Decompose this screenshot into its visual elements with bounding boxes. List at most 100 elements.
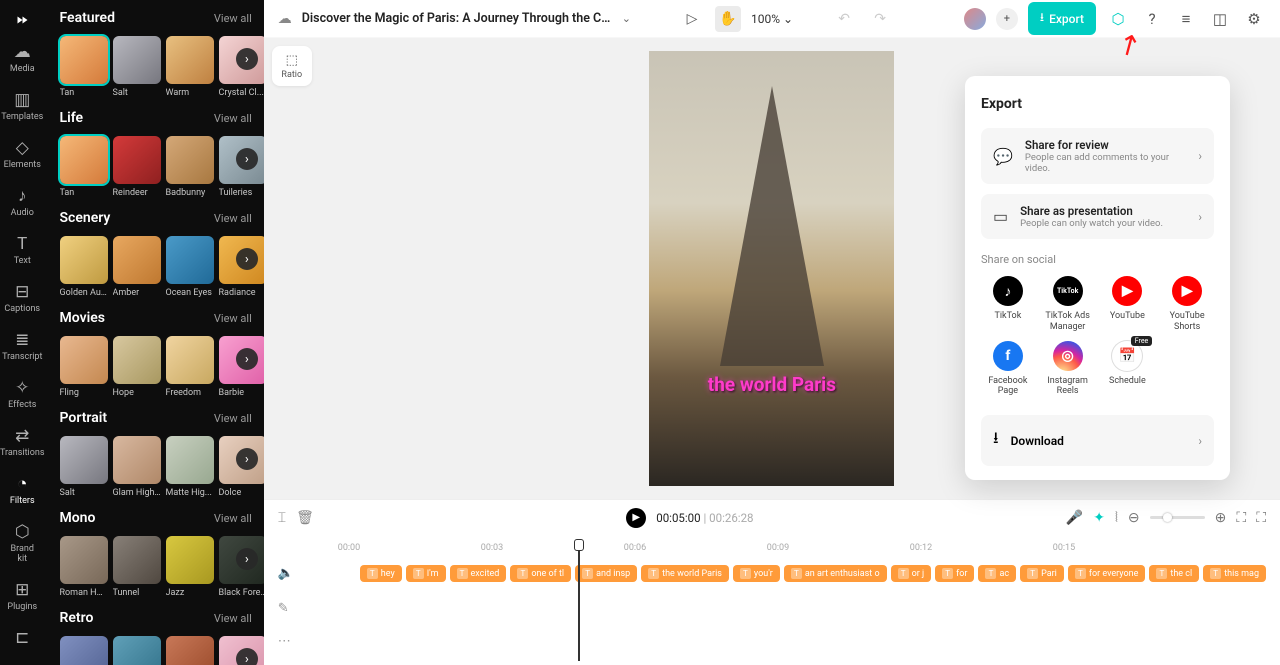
- view-all-link[interactable]: View all: [214, 12, 252, 25]
- rail-templates[interactable]: ▥Templates: [0, 92, 45, 122]
- menu-icon[interactable]: ⋯: [278, 634, 298, 649]
- rail-media[interactable]: ☁Media: [0, 44, 45, 74]
- filter-thumb[interactable]: [166, 636, 214, 665]
- speaker-icon[interactable]: 🔈: [278, 566, 298, 581]
- scroll-next-button[interactable]: ›: [236, 548, 258, 570]
- hand-tool[interactable]: ✋: [715, 6, 741, 32]
- scroll-next-button[interactable]: ›: [236, 448, 258, 470]
- redo-button[interactable]: ↷: [867, 6, 893, 32]
- social-youtube-shorts[interactable]: ▶YouTube Shorts: [1160, 276, 1214, 333]
- fit-icon[interactable]: ⛶: [1256, 510, 1266, 526]
- caption-clip[interactable]: for: [935, 565, 974, 582]
- filter-thumb[interactable]: Reindeer: [113, 136, 161, 198]
- caption-clip[interactable]: the cl: [1149, 565, 1199, 582]
- caption-clip[interactable]: I'm: [406, 565, 446, 582]
- rail-transitions[interactable]: ⇄Transitions: [0, 428, 45, 458]
- scroll-next-button[interactable]: ›: [236, 48, 258, 70]
- edit-icon[interactable]: ✎: [278, 601, 298, 616]
- filter-thumb[interactable]: [60, 636, 108, 665]
- delete-tool[interactable]: 🗑: [296, 510, 314, 526]
- filter-thumb[interactable]: Roman Ho...: [60, 536, 108, 598]
- filter-thumb[interactable]: Warm: [166, 36, 214, 98]
- caption-clip[interactable]: the world Paris: [641, 565, 729, 582]
- scroll-next-button[interactable]: ›: [236, 148, 258, 170]
- rail-elements[interactable]: ◇Elements: [0, 140, 45, 170]
- filter-thumb[interactable]: Tan: [60, 136, 108, 198]
- playhead[interactable]: [574, 539, 584, 661]
- filter-thumb[interactable]: [113, 636, 161, 665]
- help-icon[interactable]: ?: [1140, 7, 1164, 31]
- scroll-next-button[interactable]: ›: [236, 648, 258, 665]
- project-title[interactable]: Discover the Magic of Paris: A Journey T…: [302, 11, 612, 26]
- user-avatar[interactable]: [964, 8, 986, 30]
- social-youtube[interactable]: ▶YouTube: [1101, 276, 1155, 333]
- shield-icon[interactable]: ⬡: [1106, 7, 1130, 31]
- fullscreen-icon[interactable]: ⛶: [1236, 510, 1246, 526]
- cloud-sync-icon[interactable]: ☁: [278, 11, 292, 27]
- play-button[interactable]: ▶: [626, 508, 646, 528]
- filter-thumb[interactable]: Salt: [60, 436, 108, 498]
- layout-icon[interactable]: ◫: [1208, 7, 1232, 31]
- social-tiktok-ads[interactable]: TikTokTikTok Ads Manager: [1041, 276, 1095, 333]
- add-person-button[interactable]: +: [996, 8, 1018, 30]
- filter-thumb[interactable]: Tunnel: [113, 536, 161, 598]
- social-tiktok[interactable]: ♪TikTok: [981, 276, 1035, 333]
- filter-thumb[interactable]: Hope: [113, 336, 161, 398]
- rail-filters[interactable]: ◔Filters: [0, 476, 45, 506]
- export-button[interactable]: ⭳Export: [1028, 2, 1096, 35]
- view-all-link[interactable]: View all: [214, 612, 252, 625]
- social-schedule[interactable]: Free📅Schedule: [1101, 341, 1155, 398]
- view-all-link[interactable]: View all: [214, 112, 252, 125]
- view-all-link[interactable]: View all: [214, 212, 252, 225]
- caption-clip[interactable]: you'r: [733, 565, 780, 582]
- download-row[interactable]: ⭳ Download ›: [981, 415, 1214, 466]
- scroll-next-button[interactable]: ›: [236, 348, 258, 370]
- split-tool[interactable]: ⌶: [278, 510, 286, 526]
- rail-audio[interactable]: ♪Audio: [0, 188, 45, 218]
- filter-thumb[interactable]: Salt: [113, 36, 161, 98]
- ai-icon[interactable]: ✦: [1093, 510, 1105, 526]
- settings-icon[interactable]: ⚙: [1242, 7, 1266, 31]
- zoom-slider[interactable]: [1150, 516, 1205, 519]
- filter-thumb[interactable]: Tan: [60, 36, 108, 98]
- caption-clip[interactable]: this mag: [1203, 565, 1266, 582]
- scroll-next-button[interactable]: ›: [236, 248, 258, 270]
- caption-clip[interactable]: or j: [891, 565, 932, 582]
- social-facebook[interactable]: fFacebook Page: [981, 341, 1035, 398]
- view-all-link[interactable]: View all: [214, 412, 252, 425]
- filter-thumb[interactable]: Golden Au...: [60, 236, 108, 298]
- caption-clip[interactable]: hey: [360, 565, 402, 582]
- zoom-in-button[interactable]: ⊕: [1215, 510, 1227, 526]
- caption-clip[interactable]: ac: [978, 565, 1016, 582]
- video-clip[interactable]: [366, 588, 367, 628]
- share-review-card[interactable]: 💬 Share for reviewPeople can add comment…: [981, 128, 1214, 184]
- view-all-link[interactable]: View all: [214, 312, 252, 325]
- filter-thumb[interactable]: Glam High...: [113, 436, 161, 498]
- filter-thumb[interactable]: Badbunny: [166, 136, 214, 198]
- caption-clip[interactable]: excited: [450, 565, 507, 582]
- pointer-tool[interactable]: ▷: [679, 6, 705, 32]
- rail-text[interactable]: TText: [0, 236, 45, 266]
- social-instagram[interactable]: ◎Instagram Reels: [1041, 341, 1095, 398]
- filter-thumb[interactable]: Jazz: [166, 536, 214, 598]
- video-preview[interactable]: the world Paris: [649, 51, 894, 486]
- filter-thumb[interactable]: Amber: [113, 236, 161, 298]
- timeline-ruler[interactable]: 00:0000:0300:0600:0900:1200:15: [338, 543, 1266, 561]
- mic-icon[interactable]: 🎤: [1066, 510, 1083, 526]
- ratio-button[interactable]: ⬚Ratio: [272, 46, 312, 86]
- rail-captions[interactable]: ⊟Captions: [0, 284, 45, 314]
- filter-thumb[interactable]: Fling: [60, 336, 108, 398]
- video-track[interactable]: [360, 588, 367, 628]
- caption-clip[interactable]: and insp: [575, 565, 637, 582]
- history-icon[interactable]: ≡: [1174, 7, 1198, 31]
- caption-clip[interactable]: for everyone: [1068, 565, 1146, 582]
- title-dropdown[interactable]: ⌄: [622, 12, 631, 25]
- zoom-out-button[interactable]: ⊖: [1128, 510, 1140, 526]
- filter-thumb[interactable]: Freedom: [166, 336, 214, 398]
- undo-button[interactable]: ↶: [831, 6, 857, 32]
- filter-thumb[interactable]: Ocean Eyes: [166, 236, 214, 298]
- caption-clip[interactable]: an art enthusiast o: [784, 565, 887, 582]
- caption-clip[interactable]: one of tl: [510, 565, 571, 582]
- align-icon[interactable]: ⦚: [1115, 510, 1118, 526]
- captions-track[interactable]: heyI'mexcitedone of tland inspthe world …: [360, 565, 1266, 582]
